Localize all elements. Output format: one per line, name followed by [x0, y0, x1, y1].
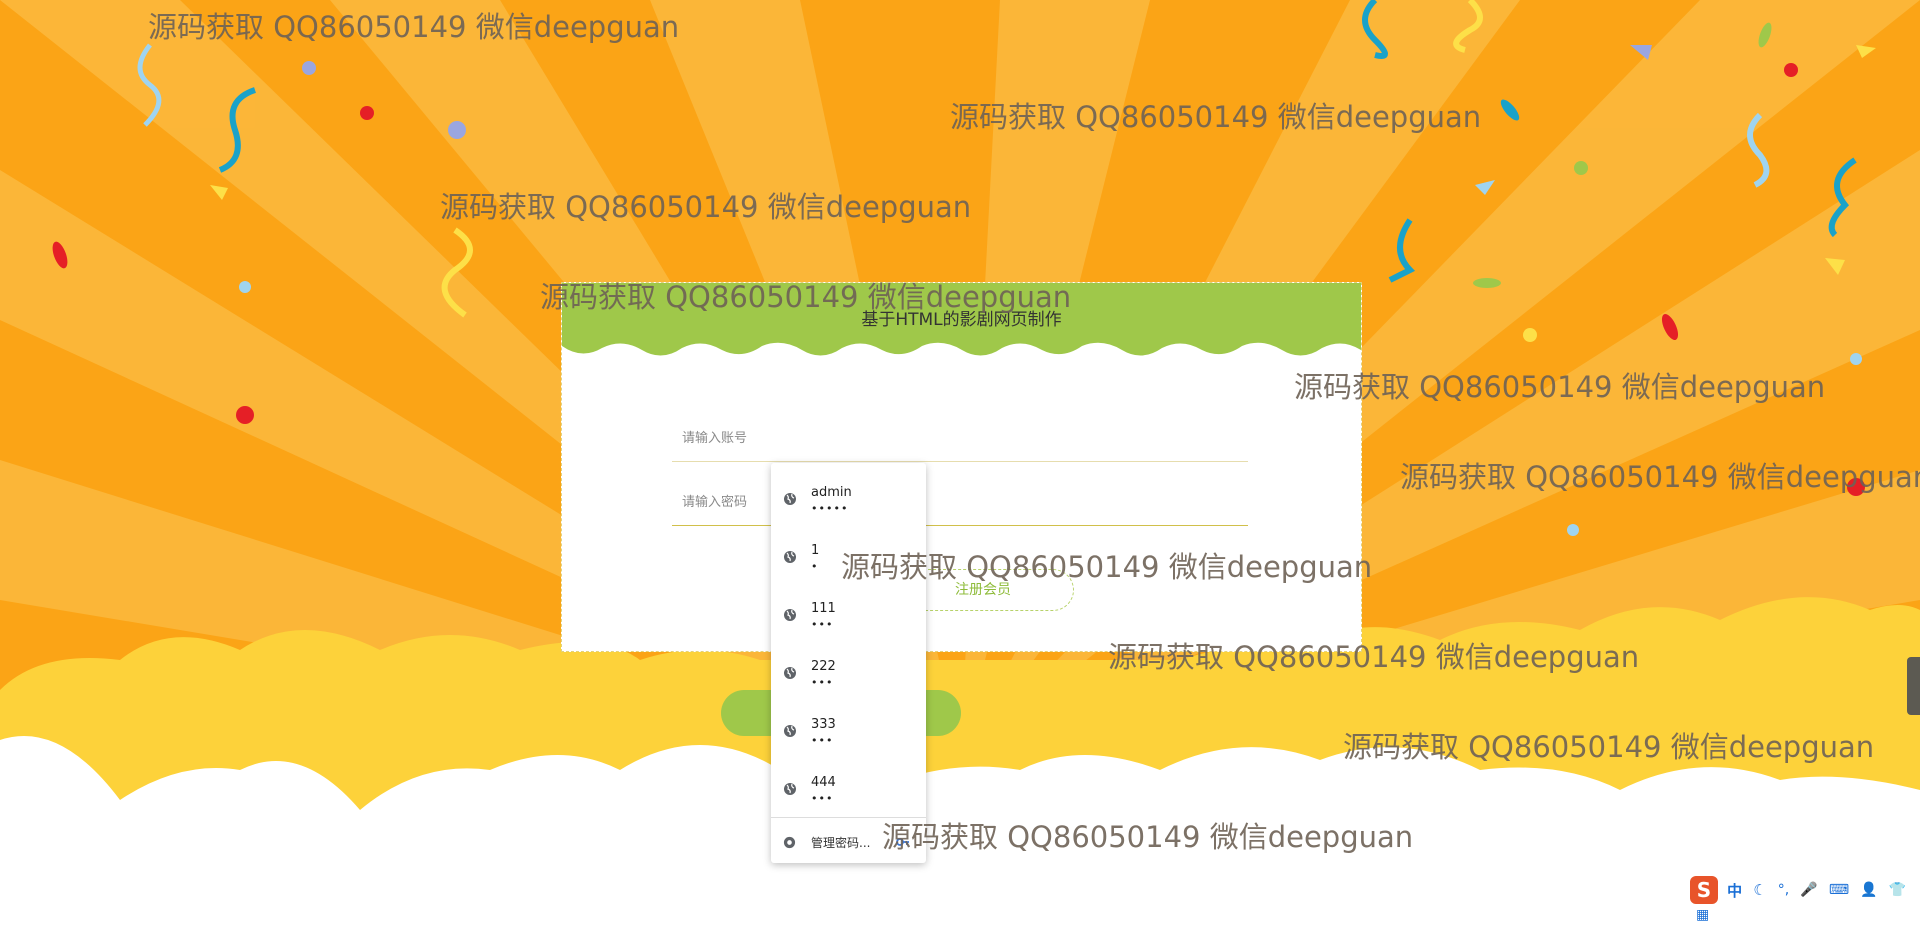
autofill-username: 111 — [811, 601, 836, 616]
autofill-username: 222 — [811, 659, 836, 674]
watermark-text: 源码获取 QQ86050149 微信deepguan — [950, 100, 1482, 134]
globe-icon — [784, 609, 796, 621]
user-icon[interactable]: 👤 — [1860, 882, 1877, 898]
autofill-item[interactable]: admin ••••• — [771, 471, 926, 529]
autofill-password: ••• — [811, 734, 834, 747]
autofill-password: ••••• — [811, 502, 849, 515]
sogou-ime-icon[interactable]: S — [1690, 876, 1718, 904]
keyboard-icon[interactable]: ⌨ — [1829, 882, 1849, 898]
account-input[interactable] — [672, 415, 1248, 461]
autofill-password: ••• — [811, 676, 834, 689]
autofill-item[interactable]: 111 ••• — [771, 587, 926, 645]
punctuation-icon[interactable]: °, — [1778, 882, 1789, 898]
microphone-icon[interactable]: 🎤 — [1800, 882, 1817, 898]
watermark-text: 源码获取 QQ86050149 微信deepguan — [882, 820, 1414, 854]
watermark-text: 源码获取 QQ86050149 微信deepguan — [148, 10, 680, 44]
watermark-text: 源码获取 QQ86050149 微信deepguan — [1108, 640, 1640, 674]
password-field[interactable] — [672, 479, 1248, 526]
ime-lang-toggle[interactable]: 中 — [1727, 880, 1742, 901]
ime-toolbar: S 中 ☾ °, 🎤 ⌨ 👤 👕 ▦ — [1690, 876, 1920, 923]
autofill-username: 1 — [811, 543, 820, 558]
globe-icon — [784, 725, 796, 737]
skin-icon[interactable]: 👕 — [1889, 882, 1906, 898]
password-autofill-dropdown: admin ••••• 1 • 111 ••• 222 ••• 333 ••• … — [771, 463, 926, 863]
globe-icon — [784, 667, 796, 679]
autofill-item[interactable]: 222 ••• — [771, 645, 926, 703]
autofill-password: ••• — [811, 618, 834, 631]
autofill-item[interactable]: 333 ••• — [771, 703, 926, 761]
globe-icon — [784, 783, 796, 795]
account-field[interactable] — [672, 415, 1248, 462]
autofill-username: admin — [811, 485, 852, 500]
watermark-text: 源码获取 QQ86050149 微信deepguan — [440, 190, 972, 224]
autofill-password: ••• — [811, 792, 834, 805]
watermark-text: 源码获取 QQ86050149 微信deepguan — [841, 550, 1373, 584]
globe-icon — [784, 551, 796, 563]
watermark-text: 源码获取 QQ86050149 微信deepguan — [1294, 370, 1826, 404]
chrome-icon — [783, 836, 796, 849]
grid-menu-icon[interactable]: ▦ — [1696, 907, 1709, 923]
password-input[interactable] — [672, 479, 1248, 525]
watermark-text: 源码获取 QQ86050149 微信deepguan — [1400, 460, 1920, 494]
moon-icon[interactable]: ☾ — [1753, 881, 1766, 899]
autofill-item[interactable]: 444 ••• — [771, 761, 926, 819]
watermark-text: 源码获取 QQ86050149 微信deepguan — [1343, 730, 1875, 764]
autofill-password: • — [811, 560, 819, 573]
autofill-username: 444 — [811, 775, 836, 790]
login-card: 基于HTML的影剧网页制作 注册会员 — [561, 282, 1362, 652]
globe-icon — [784, 493, 796, 505]
watermark-text: 源码获取 QQ86050149 微信deepguan — [540, 280, 1072, 314]
manage-passwords-label: 管理密码... — [811, 836, 871, 850]
wavy-divider — [562, 342, 1361, 366]
side-tab-handle[interactable] — [1907, 657, 1920, 715]
autofill-username: 333 — [811, 717, 836, 732]
